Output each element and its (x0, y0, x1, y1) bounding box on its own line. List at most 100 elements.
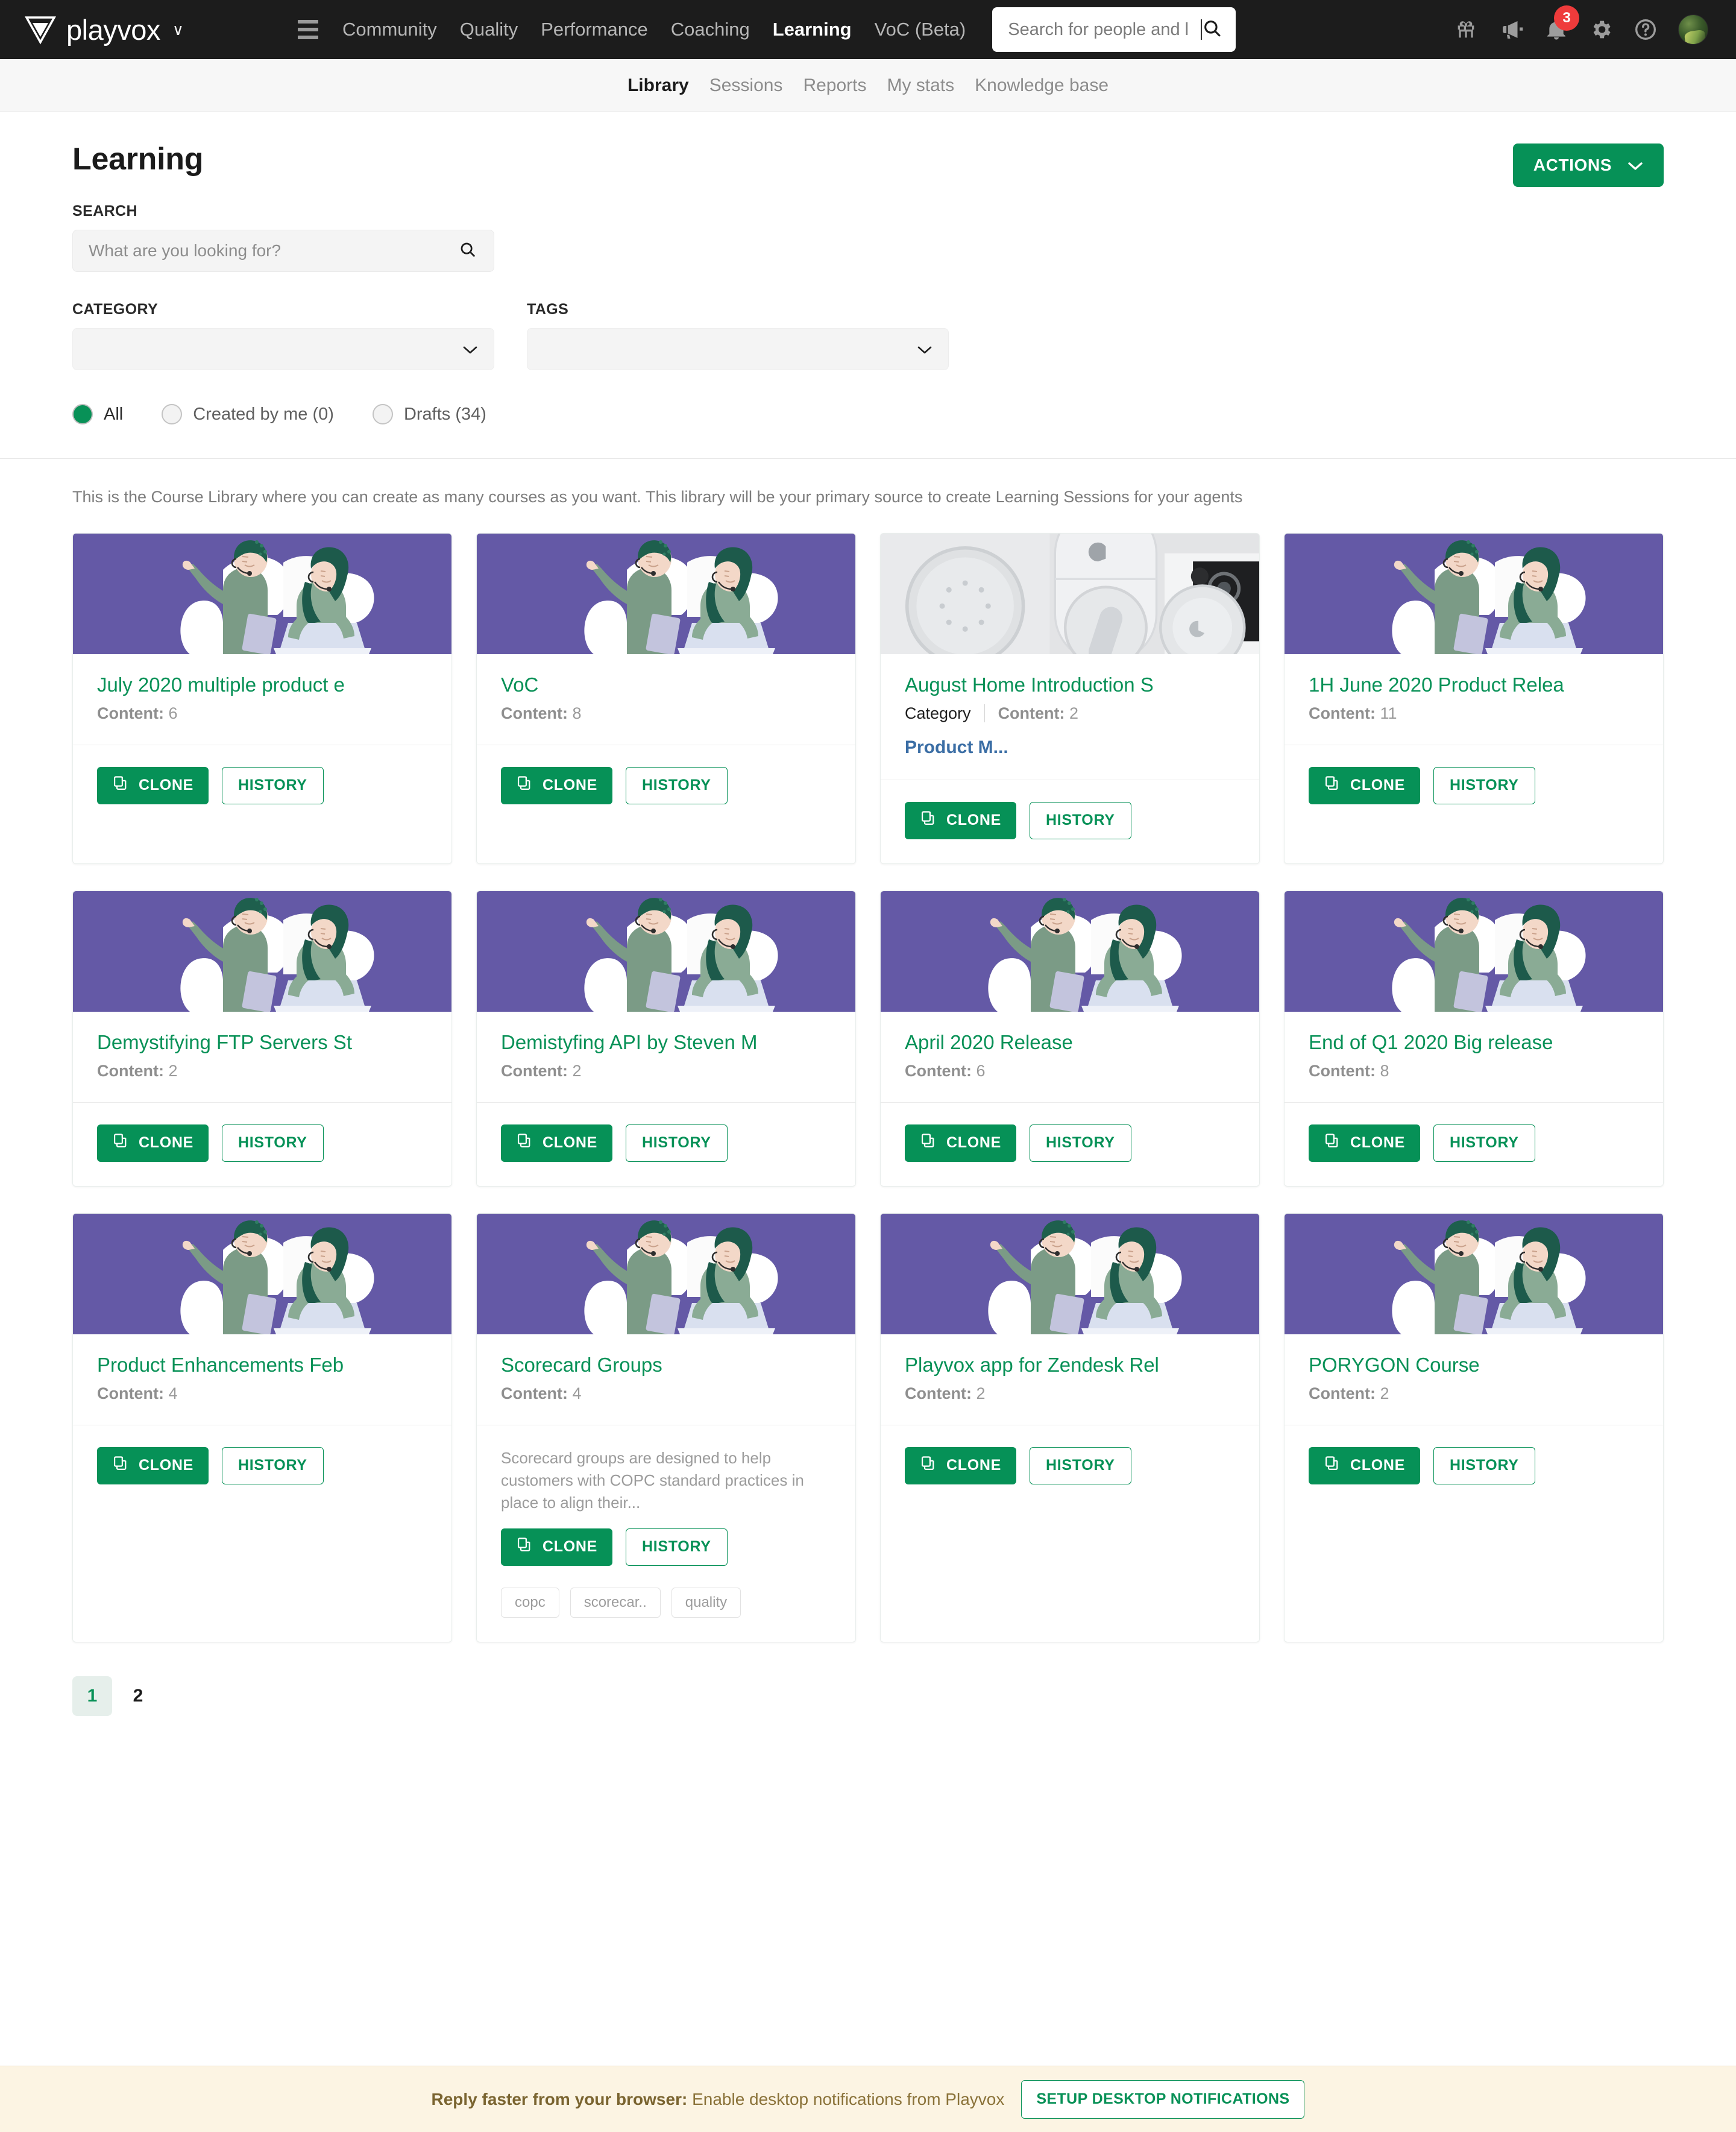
history-button[interactable]: HISTORY (1433, 1124, 1535, 1162)
history-button[interactable]: HISTORY (626, 767, 728, 804)
course-card-content-count: Content: 4 (501, 1384, 582, 1403)
actions-button[interactable]: ACTIONS (1513, 144, 1664, 187)
nav-item-community[interactable]: Community (342, 19, 437, 40)
course-card-category-link[interactable]: Product M... (905, 737, 1235, 758)
course-card-content-count: Content: 4 (97, 1384, 178, 1403)
history-button[interactable]: HISTORY (1030, 1447, 1131, 1484)
course-card-title[interactable]: July 2020 multiple product e (97, 673, 427, 697)
clone-button[interactable]: CLONE (97, 1447, 209, 1484)
radio-all[interactable]: All (72, 404, 123, 424)
clone-button[interactable]: CLONE (501, 1124, 612, 1162)
brand-chevron-down-icon[interactable]: ∨ (172, 20, 184, 39)
page-button-1[interactable]: 1 (72, 1676, 112, 1716)
clone-button[interactable]: CLONE (501, 1528, 612, 1566)
course-card[interactable]: April 2020 Release Content: 6 CLONE HIST… (880, 891, 1260, 1187)
history-button[interactable]: HISTORY (222, 767, 324, 804)
help-icon[interactable] (1634, 17, 1658, 42)
course-tag[interactable]: copc (501, 1588, 559, 1618)
hamburger-menu-icon[interactable] (298, 20, 318, 39)
course-card-title[interactable]: End of Q1 2020 Big release (1309, 1031, 1639, 1055)
course-card-title[interactable]: VoC (501, 673, 831, 697)
course-card[interactable]: Product Enhancements Feb Content: 4 CLON… (72, 1213, 452, 1642)
clone-button[interactable]: CLONE (905, 1447, 1016, 1484)
search-input[interactable] (89, 241, 459, 260)
course-card[interactable]: Scorecard Groups Content: 4 Scorecard gr… (476, 1213, 856, 1642)
nav-item-performance[interactable]: Performance (541, 19, 647, 40)
history-button[interactable]: HISTORY (1433, 1447, 1535, 1484)
course-card-footer: CLONE HISTORY (477, 745, 855, 863)
course-card-title[interactable]: Product Enhancements Feb (97, 1354, 427, 1377)
subnav-item-library[interactable]: Library (627, 75, 689, 96)
course-photo-thumbnail (881, 534, 1259, 654)
clone-button[interactable]: CLONE (1309, 767, 1420, 804)
clone-button[interactable]: CLONE (501, 767, 612, 804)
course-card[interactable]: August Home Introduction S Category Cont… (880, 533, 1260, 864)
history-button[interactable]: HISTORY (222, 1124, 324, 1162)
user-avatar[interactable] (1678, 14, 1708, 45)
course-card[interactable]: PORYGON Course Content: 2 CLONE HISTORY (1284, 1213, 1664, 1642)
clone-button[interactable]: CLONE (905, 802, 1016, 839)
course-card[interactable]: End of Q1 2020 Big release Content: 8 CL… (1284, 891, 1664, 1187)
content-value: 2 (1380, 1384, 1389, 1402)
search-input-wrapper[interactable] (72, 230, 494, 272)
history-button[interactable]: HISTORY (626, 1528, 728, 1566)
clone-button[interactable]: CLONE (1309, 1124, 1420, 1162)
course-card[interactable]: VoC Content: 8 CLONE HISTORY (476, 533, 856, 864)
course-card-content-count: Content: 2 (97, 1062, 178, 1080)
course-card[interactable]: Playvox app for Zendesk Rel Content: 2 C… (880, 1213, 1260, 1642)
setup-desktop-notifications-button[interactable]: SETUP DESKTOP NOTIFICATIONS (1021, 2080, 1304, 2119)
course-card-actions: CLONE HISTORY (905, 1124, 1235, 1162)
course-card-title[interactable]: Scorecard Groups (501, 1354, 831, 1377)
gift-icon[interactable] (1454, 17, 1478, 42)
course-card[interactable]: 1H June 2020 Product Relea Content: 11 C… (1284, 533, 1664, 864)
history-button[interactable]: HISTORY (1433, 767, 1535, 804)
course-card-footer: CLONE HISTORY (73, 1103, 451, 1186)
nav-item-coaching[interactable]: Coaching (671, 19, 750, 40)
clone-button[interactable]: CLONE (97, 767, 209, 804)
brand-logo-group[interactable]: playvox ∨ (24, 13, 289, 46)
history-button[interactable]: HISTORY (1030, 1124, 1131, 1162)
nav-item-learning[interactable]: Learning (773, 19, 852, 40)
course-card[interactable]: July 2020 multiple product e Content: 6 … (72, 533, 452, 864)
content-label: Content: (97, 704, 164, 722)
course-tag[interactable]: quality (671, 1588, 741, 1618)
course-card-title[interactable]: 1H June 2020 Product Relea (1309, 673, 1639, 697)
course-card-footer: CLONE HISTORY (881, 780, 1259, 863)
page-button-2[interactable]: 2 (118, 1676, 158, 1716)
gear-icon[interactable] (1589, 17, 1613, 42)
course-tag[interactable]: scorecar.. (570, 1588, 661, 1618)
clone-button[interactable]: CLONE (905, 1124, 1016, 1162)
megaphone-icon[interactable] (1499, 17, 1524, 42)
course-card-title[interactable]: August Home Introduction S (905, 673, 1235, 697)
course-card-body: End of Q1 2020 Big release Content: 8 (1285, 1012, 1663, 1103)
radio-created-by-me[interactable]: Created by me (0) (162, 404, 334, 424)
subnav-item-reports[interactable]: Reports (803, 75, 866, 96)
search-icon[interactable] (459, 241, 477, 262)
course-card-category-label: Category (905, 704, 971, 723)
content-value: 6 (976, 1062, 985, 1080)
history-button[interactable]: HISTORY (222, 1447, 324, 1484)
course-card-title[interactable]: Demystifying FTP Servers St (97, 1031, 427, 1055)
course-card-title[interactable]: Demistyfing API by Steven M (501, 1031, 831, 1055)
search-icon[interactable] (1202, 18, 1222, 42)
history-button[interactable]: HISTORY (626, 1124, 728, 1162)
radio-drafts[interactable]: Drafts (34) (373, 404, 486, 424)
course-card[interactable]: Demystifying FTP Servers St Content: 2 C… (72, 891, 452, 1187)
clone-button[interactable]: CLONE (97, 1124, 209, 1162)
clone-icon (112, 775, 129, 796)
category-select[interactable] (72, 328, 494, 370)
course-card-title[interactable]: Playvox app for Zendesk Rel (905, 1354, 1235, 1377)
tags-select[interactable] (527, 328, 949, 370)
subnav-item-knowledge-base[interactable]: Knowledge base (975, 75, 1109, 96)
course-card[interactable]: Demistyfing API by Steven M Content: 2 C… (476, 891, 856, 1187)
nav-item-quality[interactable]: Quality (460, 19, 518, 40)
bell-icon[interactable]: 3 (1544, 17, 1568, 42)
course-card-title[interactable]: PORYGON Course (1309, 1354, 1639, 1377)
course-card-title[interactable]: April 2020 Release (905, 1031, 1235, 1055)
subnav-item-my-stats[interactable]: My stats (887, 75, 954, 96)
clone-button[interactable]: CLONE (1309, 1447, 1420, 1484)
nav-item-voc-beta[interactable]: VoC (Beta) (875, 19, 966, 40)
history-button[interactable]: HISTORY (1030, 802, 1131, 839)
subnav-item-sessions[interactable]: Sessions (709, 75, 783, 96)
global-search-box[interactable]: Search for people and l (992, 7, 1236, 52)
